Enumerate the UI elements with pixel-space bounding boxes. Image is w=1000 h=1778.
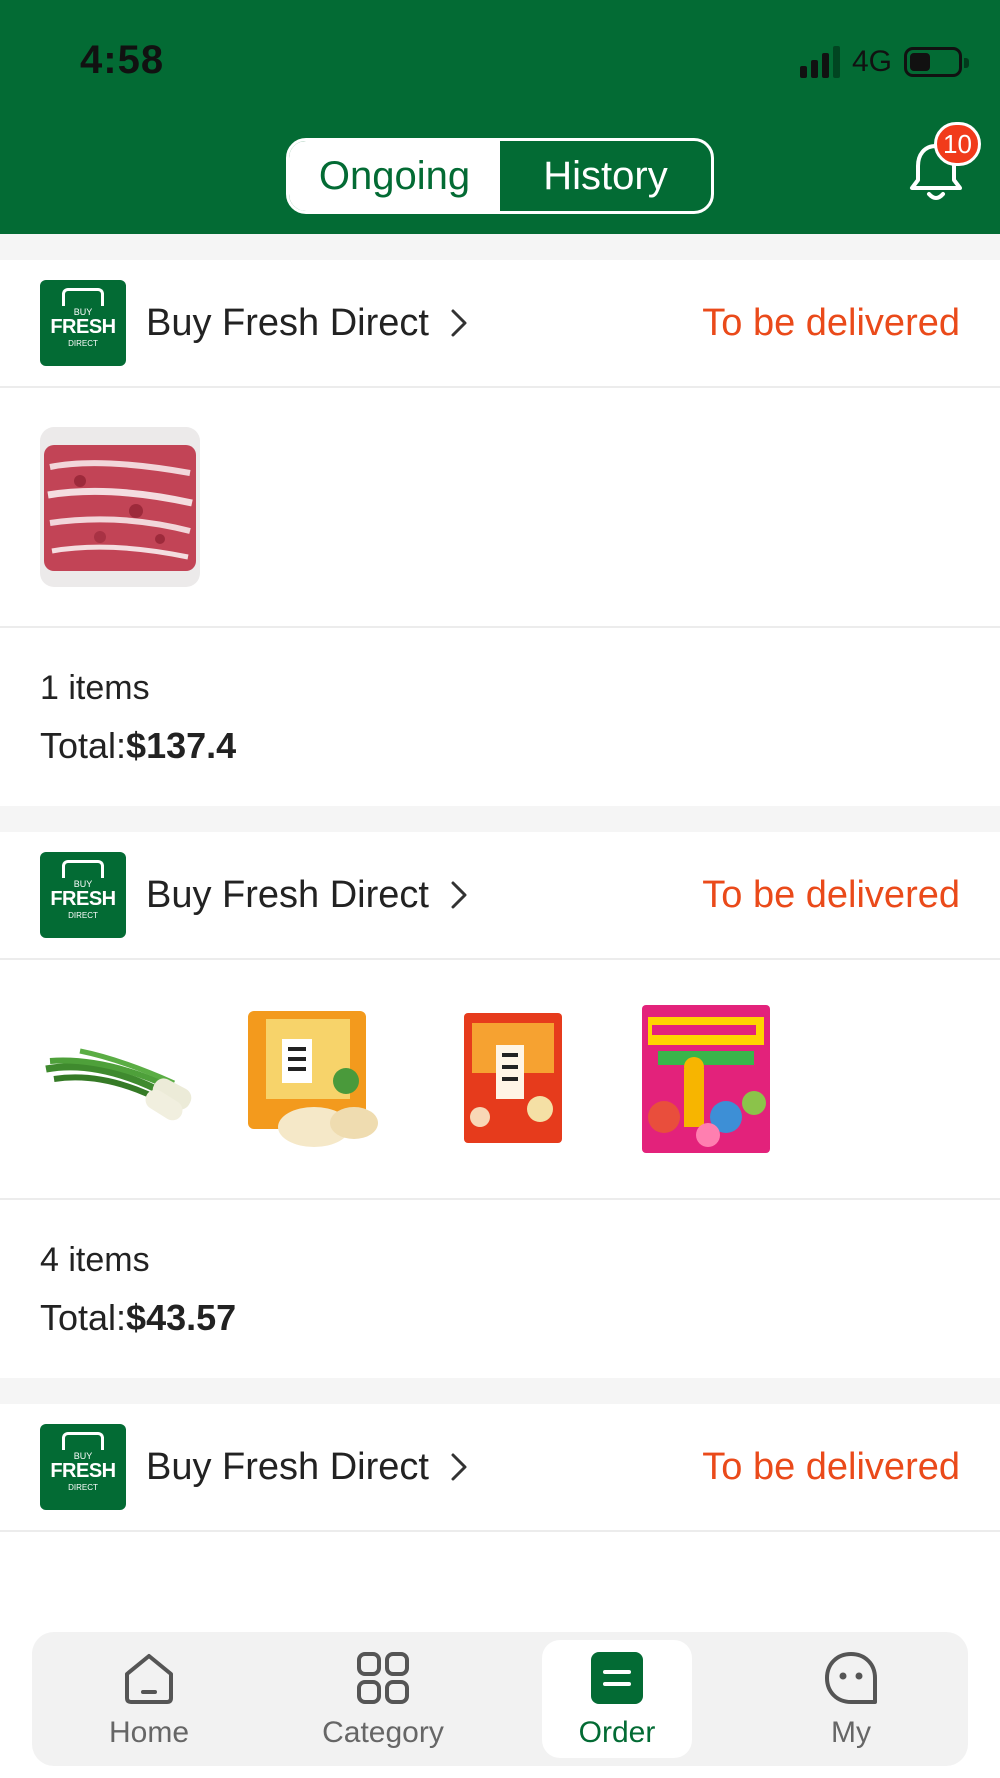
- store-logo: BUY FRESH DIRECT: [40, 1424, 126, 1510]
- nav-order-label: Order: [578, 1716, 656, 1749]
- order-summary: 1 items Total:$137.4: [0, 628, 1000, 806]
- nav-category[interactable]: Category: [308, 1640, 458, 1758]
- chevron-right-icon[interactable]: [447, 307, 471, 339]
- order-card-header: BUY FRESH DIRECT Buy Fresh Direct To be …: [0, 260, 1000, 388]
- order-card-header: BUY FRESH DIRECT Buy Fresh Direct To be …: [0, 1404, 1000, 1532]
- signal-icon: [799, 46, 840, 78]
- order-status: To be delivered: [702, 1445, 960, 1488]
- nav-home-label: Home: [108, 1716, 190, 1749]
- order-card[interactable]: BUY FRESH DIRECT Buy Fresh Direct To be …: [0, 260, 1000, 806]
- status-time: 4:58: [80, 38, 165, 82]
- item-count: 1 items: [40, 669, 150, 707]
- order-total-value: $43.57: [126, 1297, 237, 1338]
- store-logo: BUY FRESH DIRECT: [40, 280, 126, 366]
- store-name[interactable]: Buy Fresh Direct: [146, 1446, 429, 1489]
- order-summary: 4 items Total:$43.57: [0, 1200, 1000, 1378]
- cream-animals-biscuit-image[interactable]: [628, 999, 788, 1159]
- rice-cracker-snow-image[interactable]: [432, 999, 592, 1159]
- order-items[interactable]: [0, 960, 1000, 1200]
- battery-icon: [904, 47, 969, 77]
- nav-home[interactable]: Home: [74, 1640, 224, 1758]
- order-total: Total:$137.4: [40, 725, 237, 766]
- rice-cracker-bag-image[interactable]: [236, 999, 396, 1159]
- order-status: To be delivered: [702, 873, 960, 916]
- order-tabs: Ongoing History: [286, 138, 714, 214]
- tab-ongoing[interactable]: Ongoing: [289, 141, 500, 211]
- order-status: To be delivered: [702, 301, 960, 344]
- network-type: 4G: [851, 45, 892, 78]
- green-onion-image[interactable]: [40, 999, 200, 1159]
- order-card-header: BUY FRESH DIRECT Buy Fresh Direct To be …: [0, 832, 1000, 960]
- nav-order[interactable]: Order: [542, 1640, 692, 1758]
- chevron-right-icon[interactable]: [447, 879, 471, 911]
- item-count: 4 items: [40, 1241, 150, 1279]
- nav-my-label: My: [831, 1716, 871, 1749]
- tab-history[interactable]: History: [500, 141, 711, 211]
- home-icon: [125, 1654, 173, 1704]
- app-header: 4:58 4G Ongoing History 10: [0, 0, 1000, 234]
- order-total: Total:$43.57: [40, 1297, 237, 1338]
- order-items[interactable]: [0, 388, 1000, 628]
- beef-short-ribs-image[interactable]: [40, 427, 200, 587]
- order-card[interactable]: BUY FRESH DIRECT Buy Fresh Direct To be …: [0, 832, 1000, 1378]
- notification-badge: 10: [934, 122, 981, 166]
- store-name[interactable]: Buy Fresh Direct: [146, 302, 429, 345]
- bottom-nav: Home Category Order My: [32, 1632, 968, 1766]
- chevron-right-icon[interactable]: [447, 1451, 471, 1483]
- store-name[interactable]: Buy Fresh Direct: [146, 874, 429, 917]
- nav-my[interactable]: My: [776, 1640, 926, 1758]
- status-bar: 4:58 4G: [0, 0, 1000, 120]
- my-icon: [825, 1652, 877, 1704]
- nav-category-label: Category: [322, 1716, 444, 1749]
- store-logo: BUY FRESH DIRECT: [40, 852, 126, 938]
- order-list: BUY FRESH DIRECT Buy Fresh Direct To be …: [0, 260, 1000, 1778]
- order-icon: [591, 1652, 643, 1704]
- order-total-value: $137.4: [126, 725, 237, 766]
- status-indicators: 4G: [799, 42, 969, 82]
- category-icon: [357, 1652, 409, 1704]
